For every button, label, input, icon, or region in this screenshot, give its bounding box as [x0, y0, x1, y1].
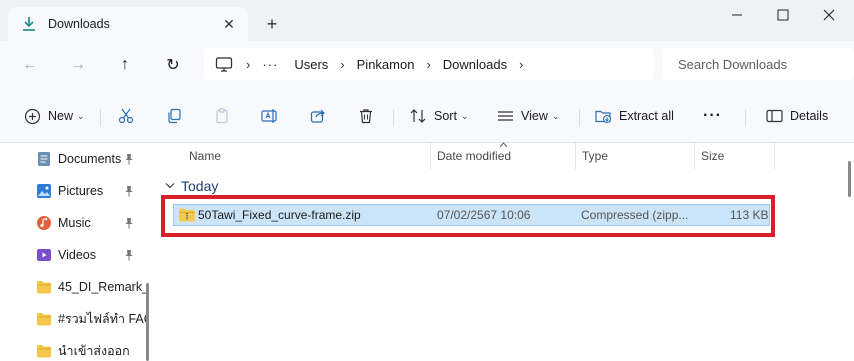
view-button[interactable]: View ⌄	[495, 103, 559, 129]
sidebar-item-folder[interactable]: นำเข้าส่งออก	[36, 339, 146, 361]
copy-icon	[164, 106, 184, 126]
minimize-button[interactable]	[714, 0, 760, 30]
sort-label: Sort	[434, 109, 457, 123]
column-header-name[interactable]: Name	[183, 143, 429, 169]
more-icon: ···	[703, 107, 722, 124]
chevron-down-icon: ⌄	[460, 110, 469, 121]
forward-button[interactable]: →	[66, 53, 90, 77]
share-icon	[308, 106, 328, 126]
tab-title: Downloads	[48, 17, 110, 31]
music-icon	[36, 215, 52, 231]
divider	[579, 109, 580, 127]
breadcrumb-pinkamon[interactable]: Pinkamon	[357, 57, 415, 72]
sidebar-item-label: #รวมไฟล์ทำ FAQ	[58, 312, 146, 326]
rename-icon	[260, 106, 280, 126]
new-label: New	[48, 109, 74, 123]
tab-close-icon[interactable]: ✕	[220, 15, 238, 33]
more-options-button[interactable]: ···	[703, 103, 722, 129]
sidebar-item-label: Videos	[58, 248, 96, 262]
divider	[100, 109, 101, 127]
copy-button[interactable]	[164, 103, 184, 129]
pictures-icon	[36, 183, 52, 199]
pin-icon	[124, 217, 134, 232]
refresh-button[interactable]: ↻	[161, 53, 185, 77]
sidebar-item-folder[interactable]: 45_DI_Remark_(	[36, 275, 146, 299]
group-header-today[interactable]: Today	[165, 178, 218, 194]
sort-button[interactable]: Sort ⌄	[408, 103, 468, 129]
computer-icon	[214, 56, 234, 72]
view-label: View	[521, 109, 548, 123]
navigation-pane: Documents Pictures Music Videos 45_DI_Re…	[0, 143, 155, 361]
breadcrumb-separator[interactable]: ›	[426, 57, 430, 72]
documents-icon	[36, 151, 52, 167]
sidebar-item-label: นำเข้าส่งออก	[58, 344, 130, 358]
maximize-button[interactable]	[760, 0, 806, 30]
up-button[interactable]: ↑	[113, 53, 137, 77]
column-header-size[interactable]: Size	[695, 143, 773, 169]
sidebar-item-label: Pictures	[58, 184, 104, 198]
chevron-down-icon: ⌄	[551, 110, 560, 121]
extract-icon	[594, 106, 614, 126]
breadcrumb-more[interactable]: ···	[262, 57, 278, 72]
pin-icon	[124, 153, 134, 168]
breadcrumb-separator[interactable]: ›	[246, 57, 250, 72]
column-header-type[interactable]: Type	[576, 143, 693, 169]
chevron-down-icon: ⌄	[77, 110, 85, 121]
file-list-scrollbar[interactable]	[848, 161, 851, 197]
pin-icon	[124, 249, 134, 264]
file-list: Name Date modified Type Size Today 50Taw…	[155, 142, 854, 361]
details-pane-icon	[764, 106, 784, 126]
cut-button[interactable]	[116, 103, 136, 129]
extract-all-label: Extract all	[619, 109, 674, 123]
column-header-date-modified[interactable]: Date modified	[431, 143, 574, 169]
view-list-icon	[495, 106, 515, 126]
sort-icon	[408, 106, 428, 126]
divider	[393, 109, 394, 127]
address-row: ← → ↑ ↻ › ··· Users › Pinkamon › Downloa…	[0, 41, 854, 89]
column-divider[interactable]	[774, 143, 775, 169]
search-input[interactable]: Search Downloads	[663, 48, 854, 80]
pin-icon	[124, 185, 134, 200]
new-tab-button[interactable]: +	[262, 14, 282, 34]
scissors-icon	[116, 106, 136, 126]
extract-all-button[interactable]: Extract all	[594, 103, 674, 129]
clipboard-icon	[212, 106, 232, 126]
new-button[interactable]: New ⌄	[22, 103, 85, 129]
details-label: Details	[790, 109, 829, 123]
breadcrumb-downloads[interactable]: Downloads	[443, 57, 507, 72]
rename-button[interactable]	[260, 103, 280, 129]
back-button[interactable]: ←	[18, 53, 42, 77]
sidebar-scrollbar[interactable]	[146, 283, 149, 361]
videos-icon	[36, 247, 52, 263]
paste-button[interactable]	[212, 103, 232, 129]
trash-icon	[356, 106, 376, 126]
close-window-button[interactable]	[806, 0, 852, 30]
sidebar-item-label: Music	[58, 216, 91, 230]
address-bar[interactable]: › ··· Users › Pinkamon › Downloads ›	[204, 48, 654, 80]
breadcrumb-users[interactable]: Users	[294, 57, 328, 72]
command-bar: New ⌄ Sort ⌄ View ⌄ Extract all ··· Deta…	[0, 89, 854, 143]
delete-button[interactable]	[356, 103, 376, 129]
folder-icon	[36, 279, 52, 295]
plus-circle-icon	[22, 106, 42, 126]
divider	[745, 109, 746, 127]
sidebar-item-folder[interactable]: #รวมไฟล์ทำ FAQ	[36, 307, 146, 331]
folder-icon	[36, 311, 52, 327]
group-label: Today	[181, 178, 219, 194]
sidebar-item-label: Documents	[58, 152, 122, 166]
chevron-down-icon	[165, 181, 175, 192]
breadcrumb-separator[interactable]: ›	[519, 57, 523, 72]
download-icon	[20, 15, 38, 33]
details-button[interactable]: Details	[764, 103, 828, 129]
annotation-highlight-box	[161, 195, 775, 237]
breadcrumb-separator[interactable]: ›	[340, 57, 344, 72]
share-button[interactable]	[308, 103, 328, 129]
folder-icon	[36, 343, 52, 359]
sidebar-item-label: 45_DI_Remark_(	[58, 280, 146, 294]
tab-downloads[interactable]: Downloads ✕	[8, 7, 248, 41]
